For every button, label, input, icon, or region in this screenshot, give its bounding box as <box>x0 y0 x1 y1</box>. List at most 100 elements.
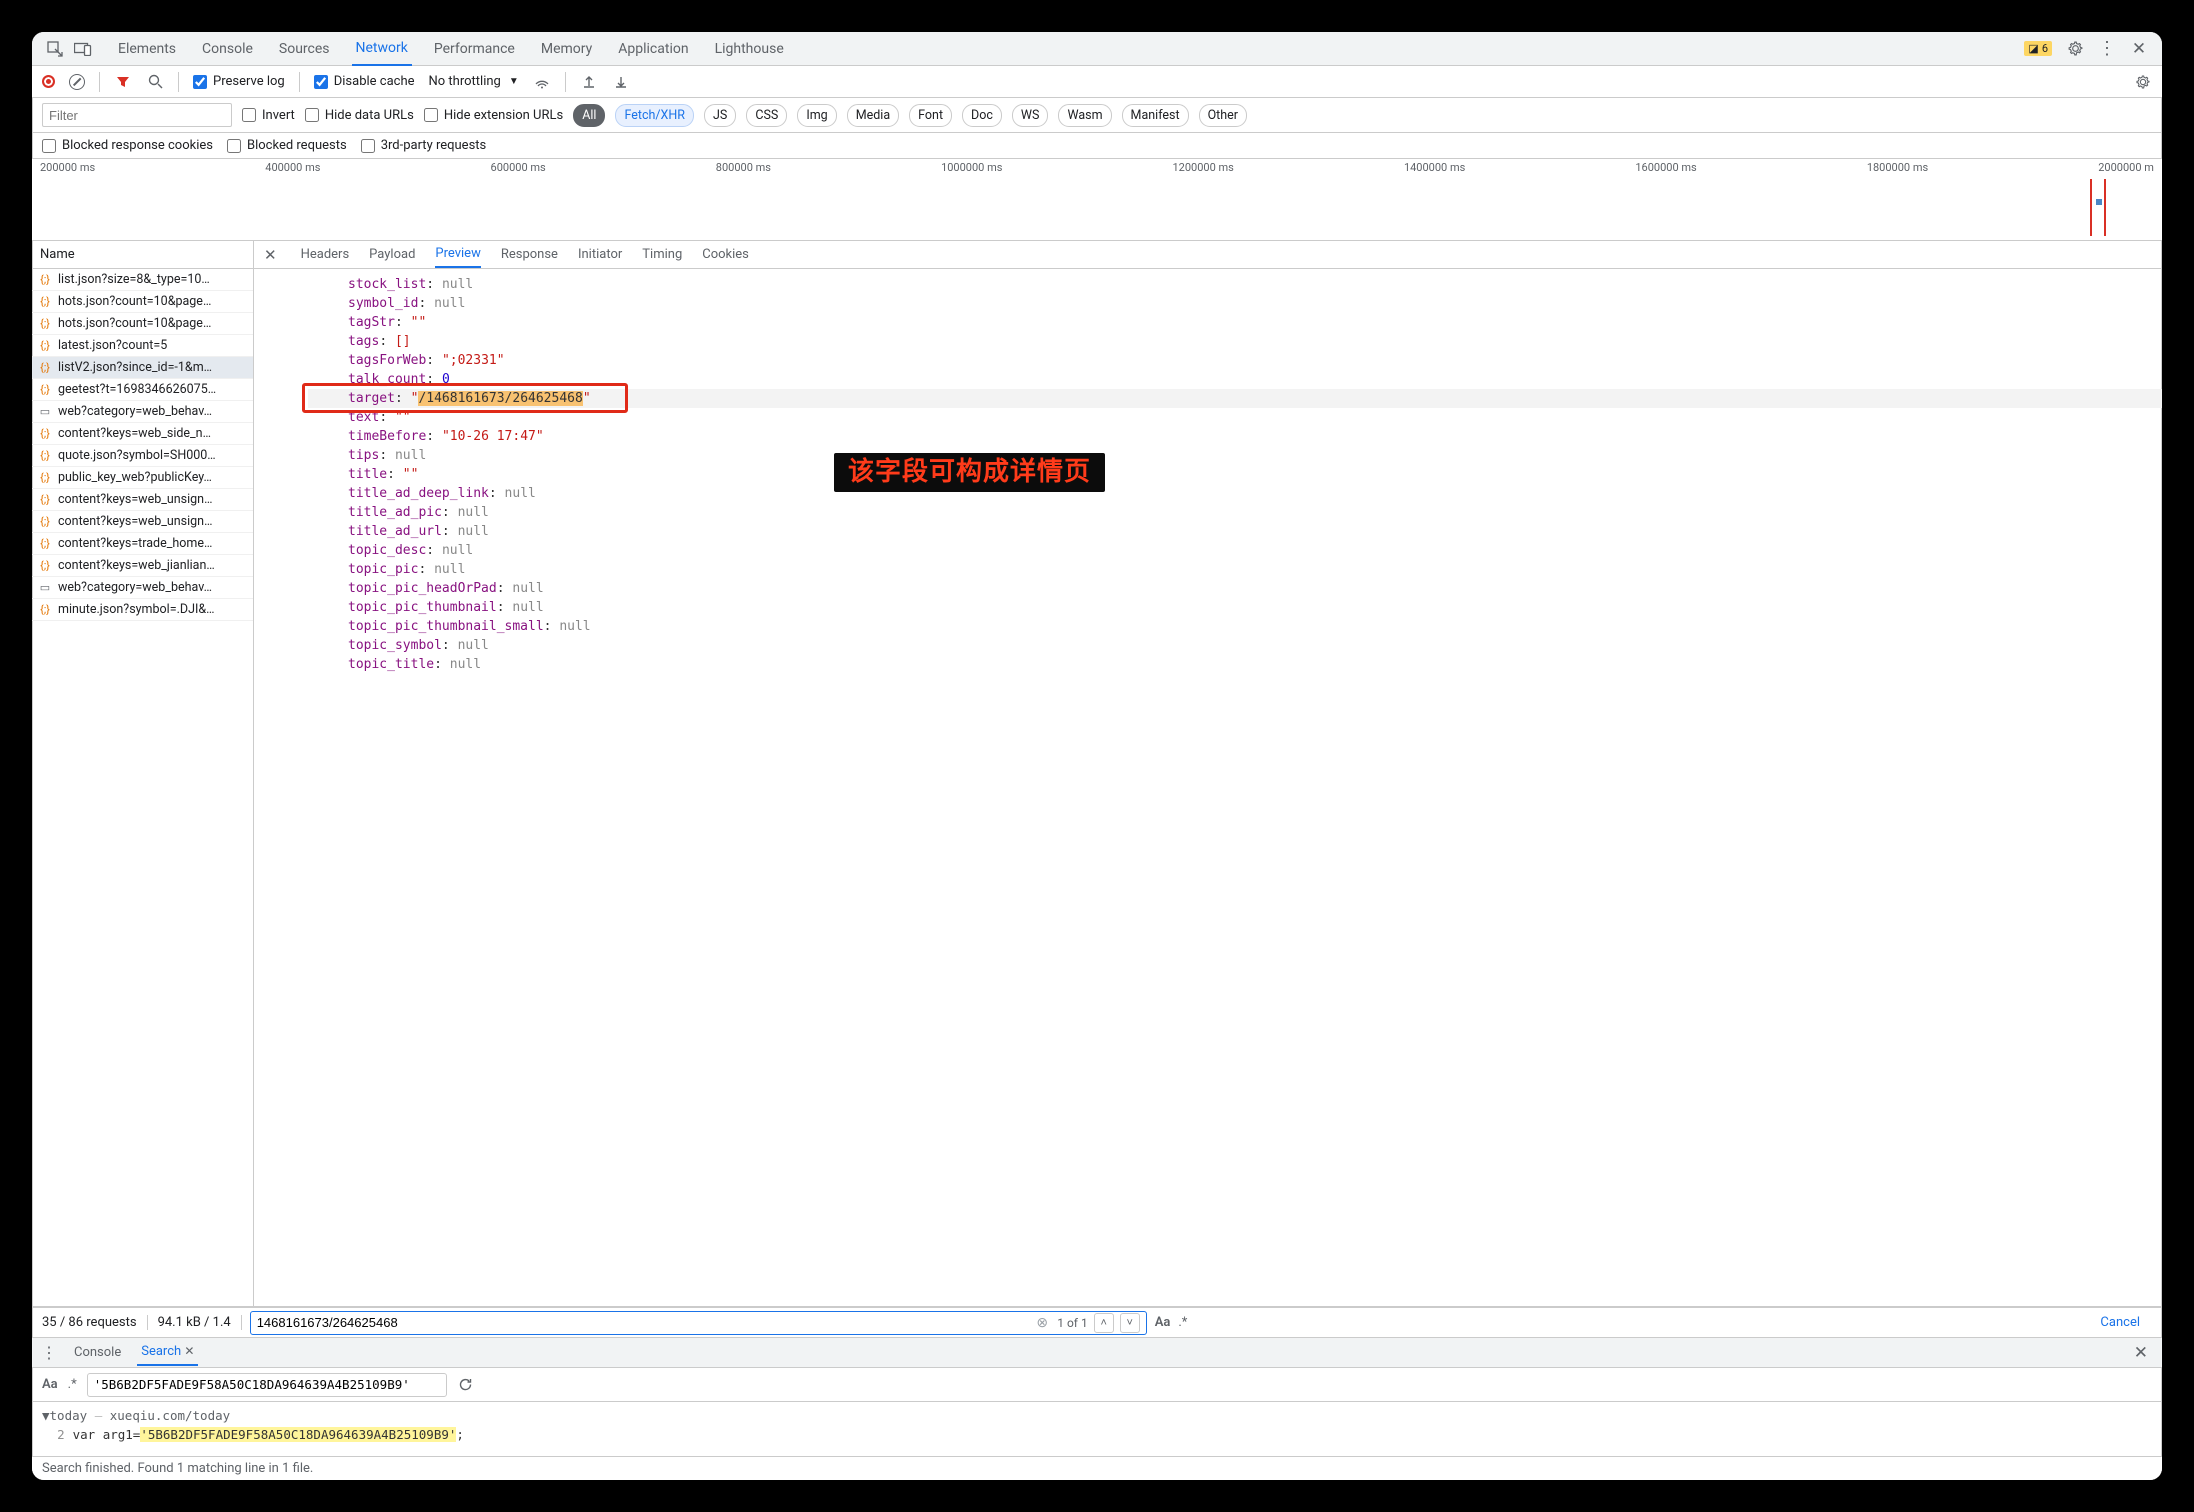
preview-row[interactable]: tagsForWeb: ";02331" <box>308 351 2162 370</box>
close-devtools-icon[interactable]: ✕ <box>2130 40 2148 58</box>
request-row[interactable]: {;}public_key_web?publicKey… <box>32 467 253 489</box>
clear-button[interactable] <box>69 74 85 90</box>
type-fetch-xhr[interactable]: Fetch/XHR <box>615 104 694 127</box>
drawer-tab-search[interactable]: Search ✕ <box>137 1339 198 1366</box>
close-search-tab-icon[interactable]: ✕ <box>184 1344 194 1358</box>
type-js[interactable]: JS <box>704 104 736 127</box>
filter-input[interactable] <box>42 103 232 127</box>
settings-gear-icon[interactable] <box>2066 40 2084 58</box>
preview-row[interactable]: topic_desc: null <box>308 541 2162 560</box>
preview-row[interactable]: talk_count: 0 <box>308 370 2162 389</box>
search-icon[interactable] <box>146 73 164 91</box>
throttling-select[interactable]: No throttling▼ <box>429 74 519 89</box>
request-row[interactable]: ▭web?category=web_behav… <box>32 401 253 423</box>
request-row[interactable]: {;}listV2.json?since_id=-1&m… <box>32 357 253 379</box>
find-next-button[interactable]: ˅ <box>1120 1313 1140 1333</box>
preview-row[interactable]: tags: [] <box>308 332 2162 351</box>
find-input[interactable] <box>257 1315 1028 1330</box>
search-result-line[interactable]: 2var arg1='5B6B2DF5FADE9F58A50C18DA96463… <box>42 1425 2152 1444</box>
tab-application[interactable]: Application <box>614 33 692 65</box>
blocked-requests-checkbox[interactable]: Blocked requests <box>227 138 347 153</box>
clear-find-icon[interactable]: ⊗ <box>1033 1314 1051 1332</box>
request-row[interactable]: {;}hots.json?count=10&page… <box>32 313 253 335</box>
record-button[interactable] <box>42 75 55 88</box>
preview-row[interactable]: timeBefore: "10-26 17:47" <box>308 427 2162 446</box>
preserve-log-checkbox[interactable]: Preserve log <box>193 74 285 89</box>
warnings-badge[interactable]: ◪ 6 <box>2024 41 2052 56</box>
tab-network[interactable]: Network <box>352 32 412 66</box>
drawer-search-input[interactable] <box>87 1373 447 1397</box>
import-har-icon[interactable] <box>612 73 630 91</box>
refresh-search-icon[interactable] <box>457 1376 475 1394</box>
filter-icon[interactable] <box>114 73 132 91</box>
disable-cache-checkbox[interactable]: Disable cache <box>314 74 415 89</box>
detail-tab-payload[interactable]: Payload <box>369 242 415 267</box>
tab-lighthouse[interactable]: Lighthouse <box>711 33 788 65</box>
network-conditions-icon[interactable] <box>533 73 551 91</box>
preview-body[interactable]: 该字段可构成详情页 stock_list: nullsymbol_id: nul… <box>254 269 2162 1306</box>
hide-data-urls-checkbox[interactable]: Hide data URLs <box>305 108 414 123</box>
request-row[interactable]: {;}content?keys=web_side_n… <box>32 423 253 445</box>
type-all[interactable]: All <box>573 104 605 127</box>
network-settings-icon[interactable] <box>2134 73 2152 91</box>
drawer-match-case-toggle[interactable]: Aa <box>42 1377 58 1392</box>
invert-checkbox[interactable]: Invert <box>242 108 295 123</box>
tab-sources[interactable]: Sources <box>275 33 334 65</box>
preview-row[interactable]: title: "" <box>308 465 2162 484</box>
close-drawer-icon[interactable]: ✕ <box>2134 1343 2148 1363</box>
request-row[interactable]: {;}list.json?size=8&_type=10… <box>32 269 253 291</box>
type-doc[interactable]: Doc <box>962 104 1002 127</box>
detail-tab-response[interactable]: Response <box>501 242 558 267</box>
preview-row[interactable]: tagStr: "" <box>308 313 2162 332</box>
request-row[interactable]: {;}latest.json?count=5 <box>32 335 253 357</box>
tab-elements[interactable]: Elements <box>114 33 180 65</box>
close-detail-icon[interactable]: ✕ <box>264 246 277 264</box>
inspect-icon[interactable] <box>46 40 64 58</box>
preview-row[interactable]: title_ad_deep_link: null <box>308 484 2162 503</box>
request-row[interactable]: {;}content?keys=web_jianlian… <box>32 555 253 577</box>
type-wasm[interactable]: Wasm <box>1058 104 1111 127</box>
type-other[interactable]: Other <box>1199 104 1247 127</box>
drawer-menu-icon[interactable]: ⋮ <box>40 1344 58 1362</box>
third-party-checkbox[interactable]: 3rd-party requests <box>361 138 487 153</box>
preview-row[interactable]: topic_title: null <box>308 655 2162 674</box>
tab-performance[interactable]: Performance <box>430 33 519 65</box>
preview-row[interactable]: topic_pic_headOrPad: null <box>308 579 2162 598</box>
detail-tab-cookies[interactable]: Cookies <box>702 242 749 267</box>
tab-memory[interactable]: Memory <box>537 33 596 65</box>
request-row[interactable]: {;}geetest?t=1698346626075… <box>32 379 253 401</box>
regex-toggle[interactable]: .* <box>1178 1315 1187 1330</box>
request-row[interactable]: ▭web?category=web_behav… <box>32 577 253 599</box>
preview-row[interactable]: tips: null <box>308 446 2162 465</box>
find-prev-button[interactable]: ˄ <box>1094 1313 1114 1333</box>
search-result-file[interactable]: ▼today — xueqiu.com/today <box>42 1406 2152 1425</box>
kebab-menu-icon[interactable]: ⋮ <box>2098 40 2116 58</box>
detail-tab-timing[interactable]: Timing <box>642 242 682 267</box>
preview-row[interactable]: title_ad_url: null <box>308 522 2162 541</box>
hide-extension-urls-checkbox[interactable]: Hide extension URLs <box>424 108 563 123</box>
type-ws[interactable]: WS <box>1012 104 1049 127</box>
type-css[interactable]: CSS <box>746 104 787 127</box>
device-icon[interactable] <box>74 40 92 58</box>
type-media[interactable]: Media <box>847 104 899 127</box>
preview-row[interactable]: topic_pic_thumbnail: null <box>308 598 2162 617</box>
blocked-response-cookies-checkbox[interactable]: Blocked response cookies <box>42 138 213 153</box>
request-row[interactable]: {;}hots.json?count=10&page… <box>32 291 253 313</box>
request-row[interactable]: {;}content?keys=web_unsign… <box>32 511 253 533</box>
preview-row[interactable]: target: "/1468161673/264625468" <box>308 389 2162 408</box>
preview-row[interactable]: stock_list: null <box>308 275 2162 294</box>
request-row[interactable]: {;}minute.json?symbol=.DJI&… <box>32 599 253 621</box>
preview-row[interactable]: title_ad_pic: null <box>308 503 2162 522</box>
network-timeline[interactable]: 200000 ms400000 ms600000 ms800000 ms1000… <box>32 159 2162 241</box>
tab-console[interactable]: Console <box>198 33 257 65</box>
preview-row[interactable]: topic_pic_thumbnail_small: null <box>308 617 2162 636</box>
detail-tab-headers[interactable]: Headers <box>301 242 350 267</box>
drawer-regex-toggle[interactable]: .* <box>68 1377 77 1392</box>
preview-row[interactable]: topic_symbol: null <box>308 636 2162 655</box>
type-img[interactable]: Img <box>797 104 836 127</box>
drawer-tab-console[interactable]: Console <box>70 1340 125 1365</box>
request-row[interactable]: {;}content?keys=web_unsign… <box>32 489 253 511</box>
preview-row[interactable]: symbol_id: null <box>308 294 2162 313</box>
match-case-toggle[interactable]: Aa <box>1155 1315 1171 1330</box>
type-manifest[interactable]: Manifest <box>1122 104 1189 127</box>
